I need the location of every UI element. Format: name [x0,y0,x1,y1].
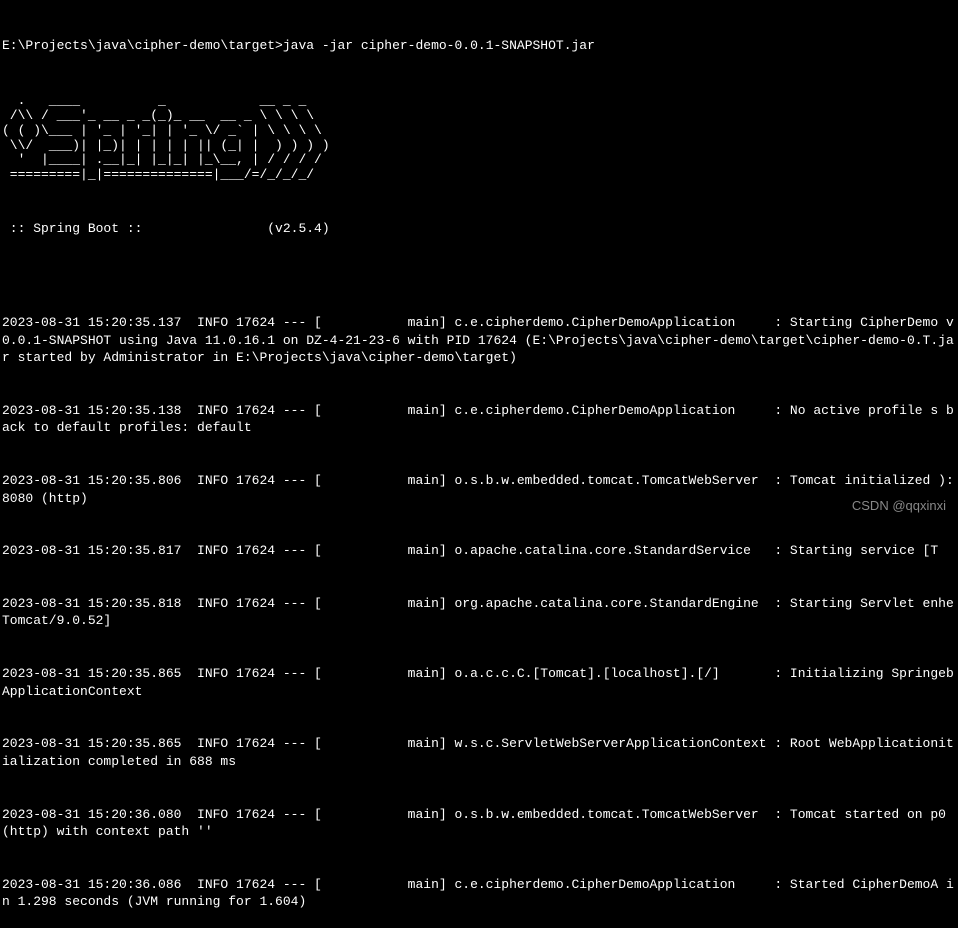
command-text: java -jar cipher-demo-0.0.1-SNAPSHOT.jar [283,38,595,53]
log-line: 2023-08-31 15:20:35.138 INFO 17624 --- [… [2,402,958,437]
log-line: 2023-08-31 15:20:36.080 INFO 17624 --- [… [2,806,958,841]
terminal-output: E:\Projects\java\cipher-demo\target>java… [2,2,958,928]
watermark-text: CSDN @qqxinxi [852,497,946,515]
log-line: 2023-08-31 15:20:35.806 INFO 17624 --- [… [2,472,958,507]
command-prompt: E:\Projects\java\cipher-demo\target>java… [2,37,958,55]
cwd-path: E:\Projects\java\cipher-demo\target [2,38,275,53]
spring-banner-ascii: . ____ _ __ _ _ /\\ / ___'_ __ _ _(_)_ _… [2,94,958,184]
log-line: 2023-08-31 15:20:35.865 INFO 17624 --- [… [2,735,958,770]
log-line: 2023-08-31 15:20:36.086 INFO 17624 --- [… [2,876,958,911]
log-line: 2023-08-31 15:20:35.137 INFO 17624 --- [… [2,314,958,367]
spring-boot-tag: :: Spring Boot :: (v2.5.4) [2,220,958,238]
log-line: 2023-08-31 15:20:35.865 INFO 17624 --- [… [2,665,958,700]
log-line: 2023-08-31 15:20:35.817 INFO 17624 --- [… [2,542,958,560]
log-line: 2023-08-31 15:20:35.818 INFO 17624 --- [… [2,595,958,630]
